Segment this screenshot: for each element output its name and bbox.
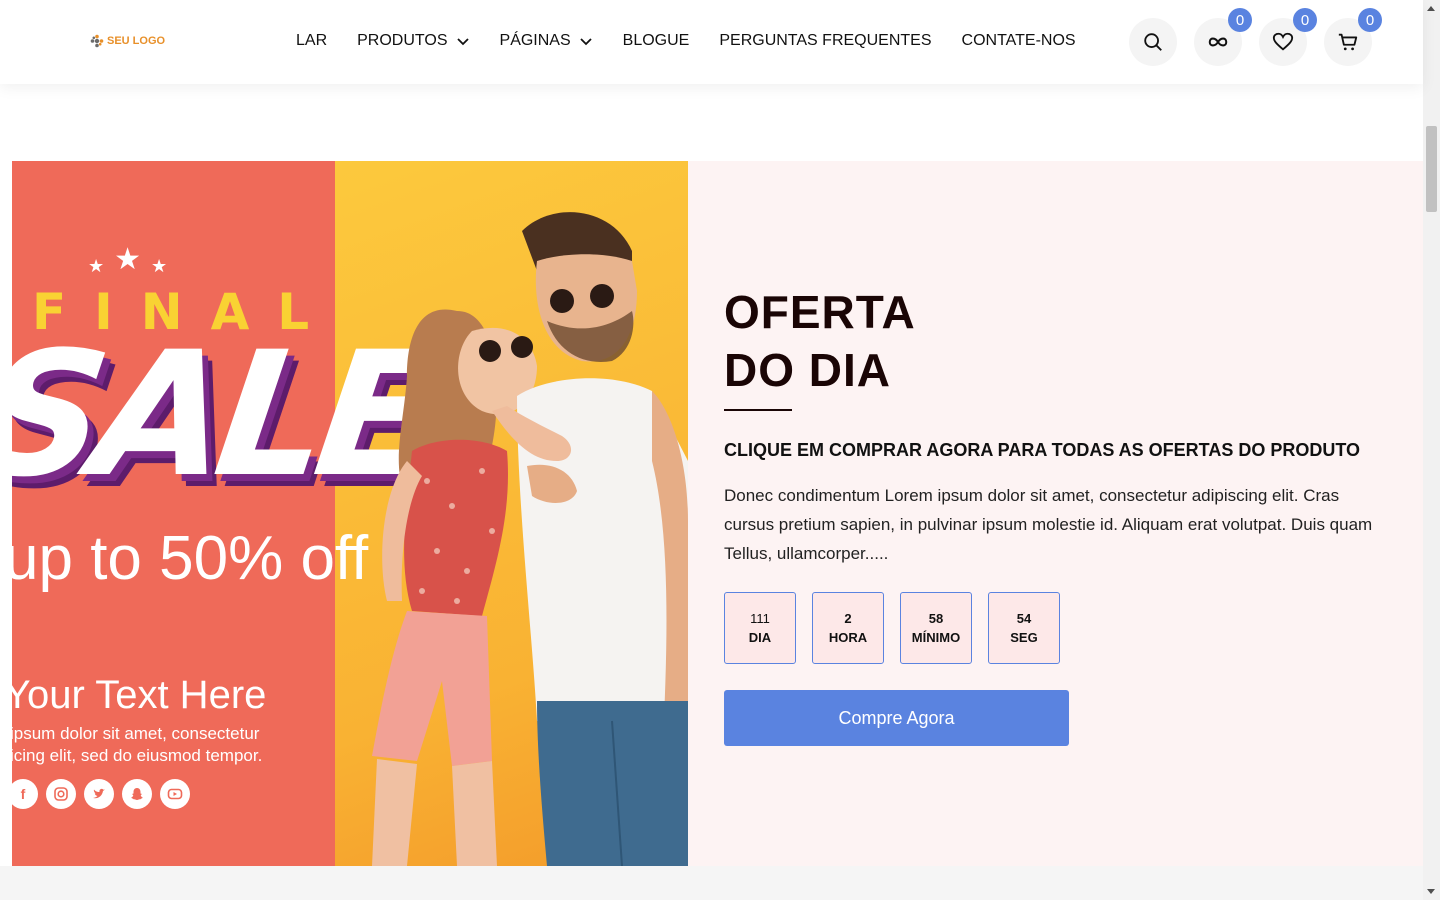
countdown-days: 111 DIA [724,592,796,664]
cart-button[interactable]: 0 [1324,8,1382,66]
couple-photo [372,212,688,866]
countdown-unit: DIA [748,630,772,645]
scrollbar-thumb[interactable] [1426,126,1437,212]
cart-count-badge: 0 [1358,8,1382,32]
search-button[interactable] [1129,18,1177,66]
chevron-down-icon [580,38,592,46]
compare-icon [1208,37,1228,47]
nav-label: PÁGINAS [499,32,571,49]
next-section-edge [0,866,1423,900]
deal-content: OFERTA DO DIA CLIQUE EM COMPRAR AGORA PA… [724,161,1404,866]
sale-banner-image: ★ ★ ★ FINAL SALE up to 50% off Your Text… [12,161,688,866]
countdown-value: 2 [844,611,852,626]
nav-item-lar[interactable]: LAR [296,32,327,50]
page-scrollbar[interactable] [1423,0,1440,900]
buy-now-button[interactable]: Compre Agora [724,690,1069,746]
nav-item-blogue[interactable]: BLOGUE [623,32,690,50]
main-nav: LAR PRODUTOS PÁGINAS BLOGUE PERGUNTAS FR… [296,30,1106,52]
nav-label: CONTATE-NOS [961,32,1076,49]
countdown-minutes: 58 MÍNIMO [900,592,972,664]
nav-item-contato[interactable]: CONTATE-NOS [962,32,1076,50]
countdown-unit: HORA [828,630,868,645]
deal-title-line: DO DIA [724,344,891,396]
scroll-up-arrow-icon[interactable] [1427,6,1435,11]
countdown-value: 111 [750,611,770,626]
scroll-down-arrow-icon[interactable] [1427,889,1435,894]
nav-item-paginas[interactable]: PÁGINAS [500,32,593,50]
nav-item-faq[interactable]: PERGUNTAS FREQUENTES [719,32,931,50]
countdown-value: 58 [928,611,944,626]
nav-label: PERGUNTAS FREQUENTES [719,32,932,49]
deal-of-the-day-section: ★ ★ ★ FINAL SALE up to 50% off Your Text… [12,161,1423,866]
countdown-hours: 2 HORA [812,592,884,664]
search-icon [1144,33,1162,51]
countdown-timer: 111 DIA 2 HORA 58 MÍNIMO 54 SEG [724,592,1060,664]
nav-label: BLOGUE [622,32,690,49]
countdown-seconds: 54 SEG [988,592,1060,664]
heart-icon [1272,32,1294,51]
deal-description: Donec condimentum Lorem ipsum dolor sit … [724,486,1373,563]
deal-subtitle: CLIQUE EM COMPRAR AGORA PARA TODAS AS OF… [724,440,1361,460]
countdown-value: 54 [1016,611,1032,626]
wishlist-count-badge: 0 [1293,8,1317,32]
countdown-unit: MÍNIMO [911,630,961,645]
nav-item-produtos[interactable]: PRODUTOS [357,32,469,50]
nav-label: PRODUTOS [357,32,448,49]
site-header: SEU LOGO LAR PRODUTOS PÁGINAS BLOGUE PER… [0,0,1423,84]
nav-label: LAR [296,32,328,49]
cart-icon [1338,33,1358,51]
chevron-down-icon [456,38,469,46]
deal-title-line: OFERTA [724,286,916,338]
compare-count-badge: 0 [1228,8,1252,32]
site-logo[interactable]: SEU LOGO [90,34,165,48]
compare-button[interactable]: 0 [1194,8,1252,66]
logo-icon [90,34,104,48]
wishlist-button[interactable]: 0 [1259,8,1317,66]
title-divider [724,409,792,411]
countdown-unit: SEG [1010,630,1038,645]
logo-text: SEU LOGO [107,35,166,47]
deal-title: OFERTA DO DIA [724,283,916,399]
